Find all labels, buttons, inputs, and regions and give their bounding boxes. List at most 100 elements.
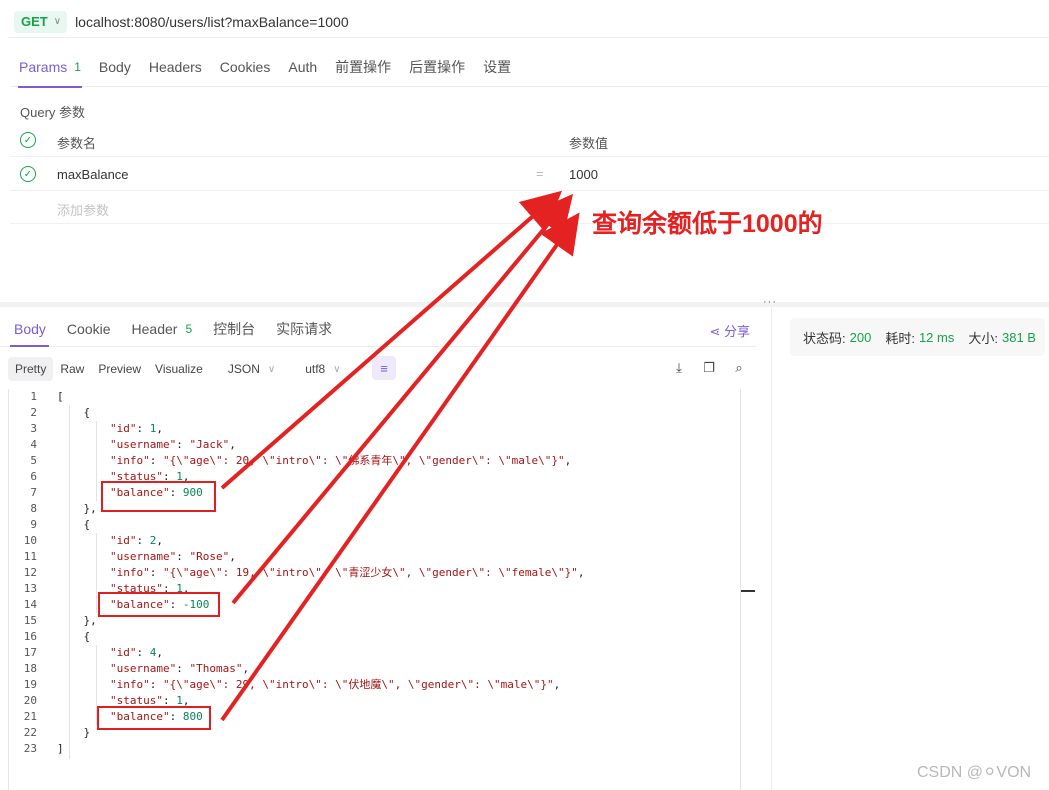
download-icon[interactable]: ⤓ [670, 359, 688, 377]
search-icon[interactable]: ⌕ [730, 359, 748, 377]
line-number: 20 [23, 694, 37, 707]
line-number: 3 [30, 422, 37, 435]
code-text: { [57, 630, 91, 643]
scrollbar-marker[interactable] [741, 590, 755, 592]
code-line: 12 "info": "{\"age\": 19, \"intro\": \"青… [9, 565, 742, 581]
add-param-input[interactable]: 添加参数 [57, 200, 109, 219]
line-number: 14 [23, 598, 37, 611]
response-time-value: 12 ms [918, 329, 955, 345]
view-raw-button[interactable]: Raw [53, 357, 91, 381]
tab-response-cookie[interactable]: Cookie [55, 311, 120, 346]
highlight-box-balance-2 [98, 592, 220, 617]
line-number: 5 [30, 454, 37, 467]
line-number: 22 [23, 726, 37, 739]
view-visualize-button[interactable]: Visualize [148, 357, 210, 381]
encoding-value: utf8 [305, 362, 326, 376]
line-number: 6 [30, 470, 37, 483]
line-number: 15 [23, 614, 37, 627]
tab-label: Headers [148, 59, 202, 75]
resize-handle-icon[interactable]: ··· [763, 296, 777, 308]
view-preview-button[interactable]: Preview [91, 357, 148, 381]
panel-separator [771, 307, 772, 790]
tab-settings[interactable]: 设置 [474, 47, 520, 87]
line-number: 1 [30, 390, 37, 403]
code-text: ] [57, 742, 64, 755]
param-enabled-checkbox[interactable]: ✓ [20, 166, 36, 182]
share-button[interactable]: ⋖ 分享 [709, 321, 750, 340]
tab-auth[interactable]: Auth [279, 47, 326, 87]
url-bar: GET ∨ localhost:8080/users/list?maxBalan… [8, 6, 1049, 38]
column-value-header: 参数值 [569, 136, 609, 151]
tab-label: Cookie [66, 320, 111, 337]
tab-label: 实际请求 [276, 320, 333, 337]
code-line: 4 "username": "Jack", [9, 437, 742, 453]
param-row: ✓ maxBalance = 1000 [10, 158, 1049, 191]
tab-cookies[interactable]: Cookies [211, 47, 280, 87]
method-label: GET [21, 14, 48, 29]
code-line: 19 "info": "{\"age\": 29, \"intro\": \"伏… [9, 677, 742, 693]
tab-headers[interactable]: Headers [140, 47, 211, 87]
tab-label: Header [131, 320, 178, 337]
tab-label: 前置操作 [335, 59, 392, 75]
tab-pre-request[interactable]: 前置操作 [326, 47, 400, 87]
view-pretty-button[interactable]: Pretty [8, 357, 54, 381]
chevron-down-icon: ∨ [53, 16, 62, 27]
code-text: } [57, 726, 91, 739]
url-input[interactable]: localhost:8080/users/list?maxBalance=100… [75, 14, 349, 30]
line-number: 7 [30, 486, 37, 499]
tab-actual-request[interactable]: 实际请求 [264, 311, 341, 346]
code-text: { [57, 406, 91, 419]
view-toolbar: Pretty Raw Preview Visualize JSON ∨ utf8… [8, 356, 756, 382]
params-header-row: ✓ 参数名 参数值 [10, 124, 1049, 157]
tab-response-body[interactable]: Body [0, 311, 55, 347]
tab-label: 控制台 [213, 320, 256, 337]
line-number: 11 [23, 550, 37, 563]
tab-badge: 5 [185, 321, 193, 336]
code-text: }, [57, 614, 97, 627]
encoding-select[interactable]: utf8 ∨ [305, 362, 340, 376]
code-text: }, [57, 502, 97, 515]
chevron-down-icon: ∨ [267, 363, 276, 375]
status-code-value: 200 [849, 329, 872, 345]
code-text: "id": 2, [109, 534, 163, 547]
highlight-box-balance-1 [101, 481, 216, 512]
tab-body[interactable]: Body [90, 47, 140, 87]
format-select[interactable]: JSON ∨ [228, 362, 275, 376]
line-number: 16 [23, 630, 37, 643]
code-line: 3 "id": 1, [9, 421, 742, 437]
line-number: 18 [23, 662, 37, 675]
line-number: 10 [23, 534, 37, 547]
word-wrap-icon[interactable]: ≡ [372, 356, 396, 380]
code-text: { [57, 518, 91, 531]
line-number: 12 [23, 566, 37, 579]
code-line: 11 "username": "Rose", [9, 549, 742, 565]
code-text: "info": "{\"age\": 20, \"intro\": \"佛系青年… [109, 454, 572, 467]
tab-response-header[interactable]: Header 5 [120, 311, 202, 346]
panel-divider[interactable] [0, 302, 1049, 307]
response-size-label: 大小: [968, 330, 998, 346]
copy-icon[interactable]: ❐ [700, 359, 718, 377]
select-all-checkbox[interactable]: ✓ [20, 132, 36, 148]
param-key-input[interactable]: maxBalance [57, 167, 129, 182]
code-line: 23] [9, 741, 742, 757]
code-line: 1[ [9, 389, 742, 405]
tab-badge: 1 [74, 60, 81, 74]
code-line: 18 "username": "Thomas", [9, 661, 742, 677]
code-line: 17 "id": 4, [9, 645, 742, 661]
tab-label: Params [19, 59, 68, 75]
code-text: "username": "Rose", [109, 550, 236, 563]
line-number: 8 [30, 502, 37, 515]
highlight-box-balance-3 [97, 706, 211, 730]
tab-params[interactable]: Params 1 [10, 47, 90, 88]
response-status: 状态码: 200 耗时: 12 ms 大小: 381 B [790, 318, 1045, 356]
code-text: "username": "Thomas", [109, 662, 250, 675]
method-select[interactable]: GET ∨ [14, 10, 68, 33]
tab-post-request[interactable]: 后置操作 [400, 47, 474, 87]
watermark: CSDN @⚪VON [917, 764, 1032, 781]
tab-console[interactable]: 控制台 [201, 311, 264, 346]
status-code-label: 状态码: [803, 330, 846, 346]
query-params-title: Query 参数 [20, 105, 86, 120]
tab-label: Body [14, 320, 46, 337]
param-value-input[interactable]: 1000 [569, 167, 598, 182]
share-icon: ⋖ [709, 324, 721, 339]
